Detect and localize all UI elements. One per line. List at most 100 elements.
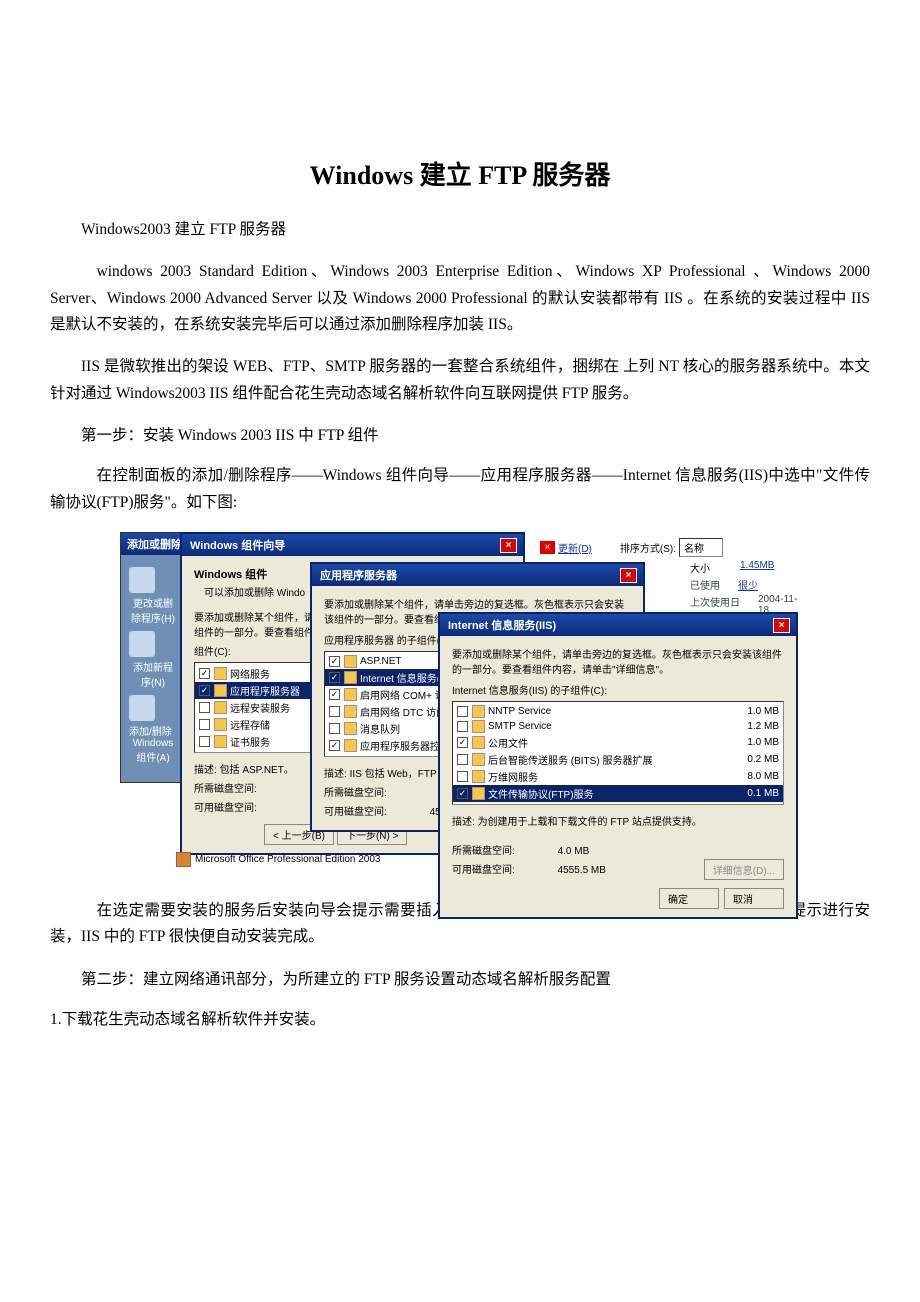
- app-name: Microsoft Office Professional Edition 20…: [195, 854, 380, 865]
- col-size: 大小: [690, 560, 710, 575]
- close-icon[interactable]: ×: [620, 568, 637, 583]
- checkbox-icon[interactable]: [329, 706, 340, 717]
- folder-icon: [472, 770, 485, 783]
- folder-icon: [214, 735, 227, 748]
- paragraph: 1.下载花生壳动态域名解析软件并安装。: [50, 1007, 870, 1033]
- col-used-val: 很少: [738, 577, 758, 592]
- sidebar-item-label: 添加新程序(N): [129, 659, 177, 689]
- desc-label: 描述:: [194, 765, 217, 776]
- folder-icon: [472, 705, 485, 718]
- folder-icon: [344, 688, 357, 701]
- sidebar-item-label: 添加/删除: [129, 723, 172, 738]
- folder-icon: [214, 667, 227, 680]
- box-icon: [129, 567, 155, 593]
- appserver-title: 应用程序服务器: [320, 567, 397, 583]
- wizard-title: Windows 组件向导: [190, 537, 285, 553]
- list-item-label: 文件传输协议(FTP)服务: [488, 786, 735, 801]
- desc-text: 为创建用于上载和下载文件的 FTP 站点提供支持。: [478, 817, 702, 828]
- paragraph: IIS 是微软推出的架设 WEB、FTP、SMTP 服务器的一套整合系统组件，捆…: [50, 354, 870, 407]
- desc-text: 包括 ASP.NET。: [220, 765, 294, 776]
- checkbox-icon[interactable]: [329, 740, 340, 751]
- checkbox-icon[interactable]: [199, 719, 210, 730]
- screenshot-figure: 添加或删除程序 _ □ × 更改或删除程序(H) 添加新程序(N) 添加/: [120, 532, 800, 878]
- list-item-label: NNTP Service: [488, 706, 735, 717]
- step-heading: 第一步：安装 Windows 2003 IIS 中 FTP 组件: [50, 423, 870, 449]
- list-item-size: 1.2 MB: [735, 721, 779, 732]
- sidebar-item-label: Windows 组件(A): [129, 738, 177, 764]
- checkbox-icon[interactable]: [199, 736, 210, 747]
- sort-label: 排序方式(S):: [620, 540, 676, 555]
- list-item-size: 8.0 MB: [735, 771, 779, 782]
- list-item-size: 1.0 MB: [735, 706, 779, 717]
- folder-icon: [344, 739, 357, 752]
- iis-title: Internet 信息服务(IIS): [448, 617, 556, 633]
- cancel-button[interactable]: 取消: [724, 888, 784, 909]
- page-title: Windows 建立 FTP 服务器: [50, 155, 870, 192]
- sidebar-item-label: 更改或删除程序(H): [129, 595, 177, 625]
- list-item[interactable]: 文件传输协议(FTP)服务0.1 MB: [453, 785, 783, 802]
- col-size-val: 1.45MB: [740, 560, 774, 575]
- checkbox-icon[interactable]: [329, 723, 340, 734]
- intro-line: Windows2003 建立 FTP 服务器: [50, 217, 870, 243]
- disk-avail-label: 可用磁盘空间:: [324, 807, 387, 818]
- folder-icon: [472, 736, 485, 749]
- list-item[interactable]: NNTP Service1.0 MB: [453, 704, 783, 719]
- folder-icon: [344, 705, 357, 718]
- folder-icon: [344, 655, 357, 668]
- checkbox-icon[interactable]: [329, 689, 340, 700]
- update-link[interactable]: 更新(D): [558, 540, 592, 555]
- list-item-label: SMTP Service: [488, 721, 735, 732]
- checkbox-icon[interactable]: [457, 737, 468, 748]
- folder-icon: [214, 718, 227, 731]
- iis-listbox[interactable]: NNTP Service1.0 MBSMTP Service1.2 MB公用文件…: [452, 701, 784, 805]
- checkbox-icon[interactable]: [457, 706, 468, 717]
- checkbox-icon[interactable]: [457, 788, 468, 799]
- list-item-label: 后台智能传送服务 (BITS) 服务器扩展: [488, 752, 735, 767]
- folder-icon: [472, 787, 485, 800]
- list-item[interactable]: SMTP Service1.2 MB: [453, 719, 783, 734]
- folder-icon: [214, 701, 227, 714]
- folder-icon: [344, 671, 357, 684]
- paragraph: windows 2003 Standard Edition、Windows 20…: [50, 259, 870, 338]
- folder-icon: [472, 720, 485, 733]
- list-item-size: 1.0 MB: [735, 737, 779, 748]
- office-icon: [176, 852, 191, 867]
- desc-label: 描述:: [452, 817, 475, 828]
- ok-button[interactable]: 确定: [659, 888, 719, 909]
- checkbox-icon[interactable]: [457, 754, 468, 765]
- col-used: 已使用: [690, 577, 720, 592]
- iis-prompt: 要添加或删除某个组件，请单击旁边的复选框。灰色框表示只会安装该组件的一部分。要查…: [452, 646, 784, 676]
- sort-dropdown[interactable]: 名称: [679, 538, 723, 557]
- close-icon[interactable]: ×: [773, 618, 790, 633]
- list-item[interactable]: 万维网服务8.0 MB: [453, 768, 783, 785]
- checkbox-icon[interactable]: [329, 656, 340, 667]
- list-item[interactable]: 公用文件1.0 MB: [453, 734, 783, 751]
- checkbox-icon[interactable]: [199, 685, 210, 696]
- checkbox-icon[interactable]: [329, 672, 340, 683]
- disk-req-val: 4.0 MB: [558, 846, 590, 857]
- checkbox-icon[interactable]: [199, 702, 210, 713]
- checkbox-icon[interactable]: [457, 771, 468, 782]
- list-item-size: 0.2 MB: [735, 754, 779, 765]
- close-icon[interactable]: ×: [540, 541, 555, 554]
- list-label: Internet 信息服务(IIS) 的子组件(C):: [452, 682, 784, 697]
- step-heading: 第二步：建立网络通讯部分，为所建立的 FTP 服务设置动态域名解析服务配置: [50, 967, 870, 993]
- details-button[interactable]: 详细信息(D)...: [704, 859, 784, 880]
- folder-icon: [472, 753, 485, 766]
- iis-window: Internet 信息服务(IIS) × 要添加或删除某个组件，请单击旁边的复选…: [438, 612, 798, 919]
- disc-icon: [129, 631, 155, 657]
- checkbox-icon[interactable]: [457, 721, 468, 732]
- list-item-label: 万维网服务: [488, 769, 735, 784]
- disk-req-label: 所需磁盘空间:: [452, 846, 515, 857]
- checkbox-icon[interactable]: [199, 668, 210, 679]
- close-icon[interactable]: ×: [500, 538, 517, 553]
- list-item-label: 公用文件: [488, 735, 735, 750]
- list-item[interactable]: 后台智能传送服务 (BITS) 服务器扩展0.2 MB: [453, 751, 783, 768]
- list-item-size: 0.1 MB: [735, 788, 779, 799]
- paragraph: 在控制面板的添加/删除程序——Windows 组件向导——应用程序服务器——In…: [50, 463, 870, 516]
- disk-avail-label: 可用磁盘空间:: [452, 865, 515, 876]
- disk-avail-val: 4555.5 MB: [558, 865, 606, 876]
- window-icon: [129, 695, 155, 721]
- desc-label: 描述:: [324, 769, 347, 780]
- folder-icon: [344, 722, 357, 735]
